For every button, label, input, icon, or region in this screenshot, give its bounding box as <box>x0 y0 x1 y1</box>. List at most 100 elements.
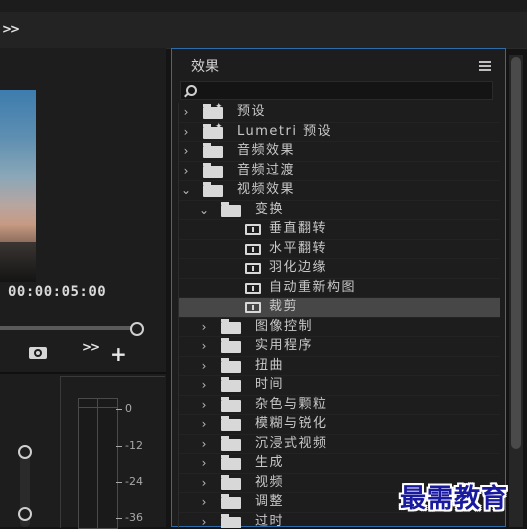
tree-item-label: 调整 <box>255 494 285 509</box>
effect-item[interactable]: 垂直翻转 <box>179 220 500 240</box>
effect-folder-item[interactable]: › 扭曲 <box>179 357 500 376</box>
panel-menu-icon[interactable] <box>479 61 491 73</box>
effect-icon <box>245 282 261 294</box>
tree-item-label: 沉浸式视频 <box>255 435 328 451</box>
tree-item-label: 变换 <box>255 201 285 217</box>
effect-folder-item[interactable]: › 预设 <box>179 103 500 123</box>
button-editor-add-button[interactable]: + <box>110 344 127 364</box>
tree-item-label: 图像控制 <box>255 318 314 334</box>
button-overflow-button[interactable]: >> <box>82 340 100 354</box>
effect-icon <box>245 302 261 313</box>
effect-folder-item[interactable]: › 模糊与锐化 <box>179 415 500 435</box>
effect-item[interactable]: 裁剪 <box>179 298 500 318</box>
effect-folder-item[interactable]: ⌄ 视频效果 <box>179 181 500 201</box>
expand-arrow-icon[interactable]: › <box>181 142 191 161</box>
effect-folder-item[interactable]: › 图像控制 <box>179 318 500 337</box>
expand-arrow-icon[interactable]: › <box>199 493 209 512</box>
folder-icon <box>203 162 223 178</box>
effect-folder-item[interactable]: › Lumetri 预设 <box>179 118 500 142</box>
meter-tick-label: -24 <box>116 475 143 488</box>
tree-item-label: 音频效果 <box>237 143 296 158</box>
folder-icon <box>221 377 241 392</box>
export-frame-camera-icon[interactable] <box>29 347 47 359</box>
watermark-logo: 最需教育 <box>400 484 509 514</box>
folder-icon <box>221 318 241 334</box>
meter-peak-line <box>79 407 117 408</box>
tree-item-label: 时间 <box>255 377 285 392</box>
tree-item-label: 音频过渡 <box>237 162 296 178</box>
meter-channel-divider <box>97 399 98 528</box>
volume-fader-knob-lower[interactable] <box>18 507 32 521</box>
tree-item-label: 自动重新构图 <box>269 279 357 295</box>
tree-item-label: 预设 <box>237 104 267 119</box>
effect-item[interactable]: 自动重新构图 <box>179 279 500 298</box>
expand-arrow-icon[interactable]: › <box>181 103 191 122</box>
effect-folder-item[interactable]: › 时间 <box>179 376 500 396</box>
playhead-scrubber-track[interactable] <box>0 326 138 330</box>
tree-item-label: 生成 <box>255 455 285 470</box>
tree-item-label: 过时 <box>255 513 285 529</box>
effects-tree: › 预设 › Lumetri 预设 › 音频效果 › 音频过渡 ⌄ 视频效果 ⌄ 变换垂直翻转水平翻转… <box>178 103 500 528</box>
effect-icon <box>245 263 261 274</box>
folder-icon <box>203 182 223 197</box>
expand-arrow-icon[interactable]: › <box>199 337 209 356</box>
folder-icon <box>221 474 241 490</box>
tree-item-label: 实用程序 <box>255 338 314 353</box>
timecode-display[interactable]: 00:00:05:00 <box>8 284 106 300</box>
folder-icon <box>221 201 241 217</box>
expand-arrow-icon[interactable]: › <box>199 435 209 454</box>
effect-icon <box>245 224 261 235</box>
expand-arrow-icon[interactable]: › <box>199 376 209 395</box>
video-hills <box>0 242 36 282</box>
folder-icon <box>221 494 241 509</box>
tree-item-label: 垂直翻转 <box>269 221 328 236</box>
effect-folder-item[interactable]: › 生成 <box>179 454 500 474</box>
tree-item-label: 视频 <box>255 474 285 490</box>
effects-scrollbar[interactable] <box>509 55 523 527</box>
folder-icon <box>203 143 223 158</box>
expand-arrow-icon[interactable]: › <box>199 474 209 493</box>
expand-arrow-icon[interactable]: › <box>199 454 209 473</box>
video-preview <box>0 90 36 282</box>
meter-tick-label: -36 <box>116 511 143 524</box>
collapse-arrow-icon[interactable]: ⌄ <box>199 201 209 220</box>
expand-arrow-icon[interactable]: › <box>199 318 209 337</box>
folder-icon <box>221 513 241 528</box>
folder-icon <box>221 416 241 431</box>
collapse-arrow-icon[interactable]: ⌄ <box>181 181 191 200</box>
volume-fader-knob[interactable] <box>18 445 32 459</box>
audio-level-meter <box>78 398 118 529</box>
expand-arrow-icon[interactable]: › <box>181 123 191 142</box>
tree-item-label: 杂色与颗粒 <box>255 396 328 412</box>
top-bar: >> <box>0 0 527 49</box>
search-icon <box>186 85 197 96</box>
meter-tick-label: -12 <box>116 439 143 452</box>
effect-folder-item[interactable]: › 杂色与颗粒 <box>179 396 500 415</box>
expand-arrow-icon[interactable]: › <box>199 415 209 434</box>
effect-item[interactable]: 水平翻转 <box>179 240 500 259</box>
effects-search-field[interactable] <box>180 81 493 100</box>
folder-icon <box>221 396 241 412</box>
tree-item-label: 裁剪 <box>269 299 299 314</box>
effect-folder-item[interactable]: › 音频效果 <box>179 142 500 162</box>
expand-arrow-icon[interactable]: › <box>181 162 191 181</box>
preset-folder-icon <box>203 118 223 139</box>
effect-item[interactable]: 羽化边缘 <box>179 259 500 279</box>
expand-arrow-icon[interactable]: › <box>199 396 209 415</box>
effects-panel-title[interactable]: 效果 <box>191 56 219 76</box>
folder-icon <box>221 435 241 451</box>
effect-folder-item[interactable]: › 沉浸式视频 <box>179 435 500 454</box>
scrollbar-thumb[interactable] <box>511 57 521 449</box>
folder-icon <box>221 455 241 470</box>
effects-search-input[interactable] <box>199 82 484 97</box>
effects-panel: 效果 › 预设 › Lumetri 预设 › 音频效果 › 音频过渡 ⌄ 视频效果 ⌄ 变换垂直翻转水… <box>171 48 506 528</box>
expand-arrow-icon[interactable]: › <box>199 513 209 529</box>
tree-item-label: 水平翻转 <box>269 240 328 256</box>
effect-folder-item[interactable]: ⌄ 变换 <box>179 201 500 220</box>
playhead-handle[interactable] <box>130 322 144 336</box>
expand-arrow-icon[interactable]: › <box>199 357 209 376</box>
tab-bar <box>0 12 527 48</box>
panel-overflow-button[interactable]: >> <box>2 22 20 36</box>
effect-folder-item[interactable]: › 音频过渡 <box>179 162 500 181</box>
effect-folder-item[interactable]: › 实用程序 <box>179 337 500 357</box>
